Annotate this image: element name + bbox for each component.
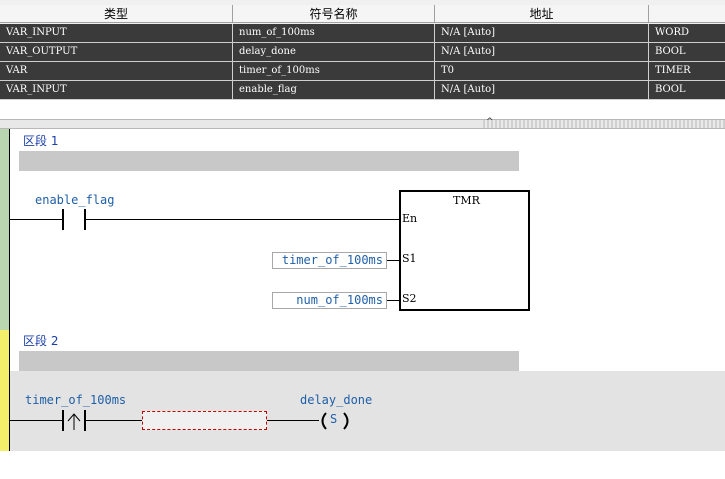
variable-table: 类型 符号名称 地址 数 VAR_INPUT num_of_100ms N/A … (0, 0, 725, 100)
pin-s1-label: S1 (402, 252, 417, 265)
cell-symbol-name[interactable]: enable_flag (233, 81, 435, 99)
rung-wire (9, 219, 62, 220)
power-rail (9, 129, 10, 330)
network1-title[interactable]: 区段 1 (23, 132, 58, 149)
rung-wire (86, 219, 400, 220)
column-header-address[interactable]: 地址 (435, 5, 649, 23)
pane-splitter-scrollbar[interactable]: ^ (0, 117, 725, 129)
cell-type[interactable]: VAR (0, 62, 233, 80)
column-header-type[interactable]: 类型 (0, 5, 233, 23)
rung-wire (9, 420, 62, 421)
column-header-datatype[interactable]: 数 (649, 5, 725, 23)
s1-wire (387, 260, 400, 261)
cell-symbol-name[interactable]: timer_of_100ms (233, 62, 435, 80)
network2-comment-bar[interactable] (19, 351, 519, 371)
cell-datatype[interactable]: TIMER (649, 62, 725, 80)
cell-address[interactable]: N/A [Auto] (435, 43, 649, 61)
empty-instruction-placeholder[interactable] (142, 411, 267, 430)
cell-address[interactable]: T0 (435, 62, 649, 80)
rung-wire (267, 420, 319, 421)
s2-wire (387, 300, 400, 301)
network1-comment-bar[interactable] (19, 151, 519, 171)
set-coil-delay-done[interactable] (318, 408, 352, 434)
cell-symbol-name[interactable]: delay_done (233, 43, 435, 61)
network2-selected-area[interactable] (10, 371, 725, 451)
cell-symbol-name[interactable]: num_of_100ms (233, 24, 435, 42)
scrollbar-thumb[interactable] (483, 120, 725, 128)
s1-operand-field[interactable]: timer_of_100ms (272, 252, 387, 269)
cell-address[interactable]: N/A [Auto] (435, 24, 649, 42)
scroll-up-arrow-icon[interactable]: ^ (486, 117, 494, 127)
cell-datatype[interactable]: BOOL (649, 81, 725, 99)
s2-operand-field[interactable]: num_of_100ms (272, 292, 387, 309)
pin-s2-label: S2 (402, 292, 417, 305)
coil-label[interactable]: delay_done (300, 393, 372, 407)
table-row[interactable]: VAR timer_of_100ms T0 TIMER (0, 62, 725, 81)
table-row[interactable]: VAR_INPUT num_of_100ms N/A [Auto] WORD (0, 24, 725, 43)
cell-type[interactable]: VAR_OUTPUT (0, 43, 233, 61)
cell-datatype[interactable]: BOOL (649, 43, 725, 61)
cell-type[interactable]: VAR_INPUT (0, 81, 233, 99)
table-row[interactable]: VAR_OUTPUT delay_done N/A [Auto] BOOL (0, 43, 725, 62)
column-header-symbol-name[interactable]: 符号名称 (233, 5, 435, 23)
timer-contact-label[interactable]: timer_of_100ms (25, 393, 126, 407)
cell-address[interactable]: N/A [Auto] (435, 81, 649, 99)
network2-title[interactable]: 区段 2 (23, 332, 58, 349)
cell-datatype[interactable]: WORD (649, 24, 725, 42)
rung-wire (86, 420, 142, 421)
tmr-function-block[interactable]: TMR En S1 S2 (399, 190, 530, 311)
cell-type[interactable]: VAR_INPUT (0, 24, 233, 42)
table-row[interactable]: VAR_INPUT enable_flag N/A [Auto] BOOL (0, 81, 725, 100)
pin-en-label: En (402, 212, 418, 225)
block-name: TMR (453, 194, 480, 207)
